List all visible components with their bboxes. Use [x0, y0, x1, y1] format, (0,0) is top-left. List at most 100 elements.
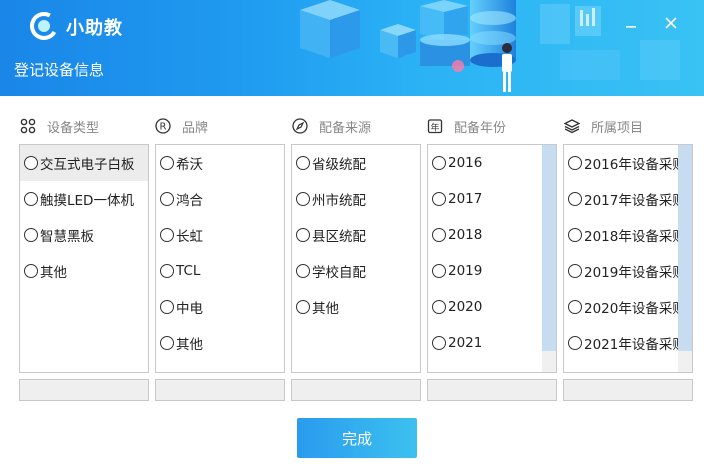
registered-icon: R — [154, 117, 172, 135]
list-item-label: 长虹 — [176, 229, 203, 245]
radio-button[interactable] — [296, 192, 310, 206]
radio-button[interactable] — [160, 228, 174, 242]
radio-button[interactable] — [24, 192, 38, 206]
list-item[interactable]: 县区统配 — [292, 217, 420, 253]
radio-button[interactable] — [160, 300, 174, 314]
list-item[interactable]: 交互式电子白板 — [20, 145, 148, 181]
list-item[interactable]: 中电 — [156, 289, 284, 325]
list-item[interactable]: 其他 — [292, 289, 420, 325]
done-button[interactable]: 完成 — [297, 418, 417, 458]
source-custom-input[interactable] — [291, 379, 421, 401]
radio-button[interactable] — [432, 264, 446, 278]
year-list[interactable]: 2016 2017 2018 2019 2020 2021 — [427, 144, 557, 373]
radio-button[interactable] — [432, 336, 446, 350]
list-item-label: 2017 — [448, 191, 483, 207]
list-item[interactable]: 其他 — [20, 253, 148, 289]
radio-button[interactable] — [432, 156, 446, 170]
list-item-label: 中电 — [176, 301, 203, 317]
project-list[interactable]: 2016年设备采购 2017年设备采购 2018年设备采购 2019年设备采购 … — [563, 144, 693, 373]
radio-button[interactable] — [24, 264, 38, 278]
list-item[interactable]: 其他 — [156, 325, 284, 361]
scrollbar-thumb[interactable] — [678, 145, 692, 351]
project-custom-input[interactable] — [563, 379, 693, 401]
list-item[interactable]: 2016 — [428, 145, 556, 181]
list-item[interactable]: 2018 — [428, 217, 556, 253]
radio-button[interactable] — [568, 264, 582, 278]
radio-button[interactable] — [160, 336, 174, 350]
minimize-button[interactable] — [620, 12, 642, 34]
close-button[interactable] — [660, 12, 682, 34]
list-item[interactable]: 2017年设备采购 — [564, 181, 692, 217]
list-item-label: 交互式电子白板 — [40, 157, 135, 173]
list-item-label: 2021年设备采购 — [584, 337, 686, 353]
radio-button[interactable] — [296, 228, 310, 242]
list-item[interactable]: 2019年设备采购 — [564, 253, 692, 289]
year-list-scrollbar[interactable] — [542, 145, 556, 372]
compass-icon — [291, 117, 309, 135]
list-item[interactable]: 触摸LED一体机 — [20, 181, 148, 217]
radio-button[interactable] — [568, 156, 582, 170]
radio-button[interactable] — [160, 264, 174, 278]
minimize-icon — [626, 26, 636, 28]
list-item-label: 省级统配 — [312, 157, 366, 173]
list-item[interactable]: 2019 — [428, 253, 556, 289]
column-header-year: 年 配备年份 — [426, 116, 506, 136]
list-item[interactable]: 希沃 — [156, 145, 284, 181]
radio-button[interactable] — [568, 300, 582, 314]
calendar-year-icon: 年 — [426, 117, 444, 135]
radio-button[interactable] — [432, 228, 446, 242]
brand-custom-input[interactable] — [155, 379, 285, 401]
page-subtitle: 登记设备信息 — [14, 61, 105, 79]
brand-list[interactable]: 希沃 鸿合 长虹 TCL 中电 其他 — [155, 144, 285, 373]
grid-icon — [19, 117, 37, 135]
list-item[interactable]: TCL — [156, 253, 284, 289]
list-item-label: TCL — [176, 263, 201, 279]
svg-text:年: 年 — [430, 122, 439, 134]
radio-button[interactable] — [24, 228, 38, 242]
column-header-brand: R 品牌 — [154, 116, 208, 136]
radio-button[interactable] — [296, 156, 310, 170]
list-item[interactable]: 省级统配 — [292, 145, 420, 181]
layers-icon — [563, 117, 581, 135]
column-header-source: 配备来源 — [291, 116, 371, 136]
list-item[interactable]: 智慧黑板 — [20, 217, 148, 253]
radio-button[interactable] — [296, 300, 310, 314]
year-custom-input[interactable] — [427, 379, 557, 401]
radio-button[interactable] — [24, 156, 38, 170]
list-item[interactable]: 2020年设备采购 — [564, 289, 692, 325]
list-item[interactable]: 州市统配 — [292, 181, 420, 217]
list-item[interactable]: 鸿合 — [156, 181, 284, 217]
column-header-label: 所属项目 — [591, 120, 644, 136]
source-list[interactable]: 省级统配 州市统配 县区统配 学校自配 其他 — [291, 144, 421, 373]
column-header-label: 配备年份 — [454, 120, 507, 136]
list-item[interactable]: 学校自配 — [292, 253, 420, 289]
column-header-label: 品牌 — [182, 120, 209, 136]
list-item-label: 学校自配 — [312, 265, 366, 281]
list-item[interactable]: 2016年设备采购 — [564, 145, 692, 181]
radio-button[interactable] — [432, 192, 446, 206]
list-item[interactable]: 2021年设备采购 — [564, 325, 692, 361]
device-type-custom-input[interactable] — [19, 379, 149, 401]
column-header-project: 所属项目 — [563, 116, 643, 136]
list-item[interactable]: 长虹 — [156, 217, 284, 253]
list-item[interactable]: 2017 — [428, 181, 556, 217]
list-item-label: 2017年设备采购 — [584, 193, 686, 209]
list-item-label: 2016 — [448, 155, 483, 171]
radio-button[interactable] — [160, 156, 174, 170]
list-item[interactable]: 2020 — [428, 289, 556, 325]
radio-button[interactable] — [160, 192, 174, 206]
svg-text:R: R — [160, 122, 167, 133]
list-item-label: 2019年设备采购 — [584, 265, 686, 281]
radio-button[interactable] — [568, 336, 582, 350]
scrollbar-thumb[interactable] — [542, 145, 556, 351]
radio-button[interactable] — [296, 264, 310, 278]
device-type-list[interactable]: 交互式电子白板 触摸LED一体机 智慧黑板 其他 — [19, 144, 149, 373]
radio-button[interactable] — [568, 228, 582, 242]
list-item-label: 其他 — [312, 301, 339, 317]
project-list-scrollbar[interactable] — [678, 145, 692, 372]
list-item-label: 2018 — [448, 227, 483, 243]
radio-button[interactable] — [432, 300, 446, 314]
radio-button[interactable] — [568, 192, 582, 206]
list-item[interactable]: 2021 — [428, 325, 556, 361]
list-item[interactable]: 2018年设备采购 — [564, 217, 692, 253]
